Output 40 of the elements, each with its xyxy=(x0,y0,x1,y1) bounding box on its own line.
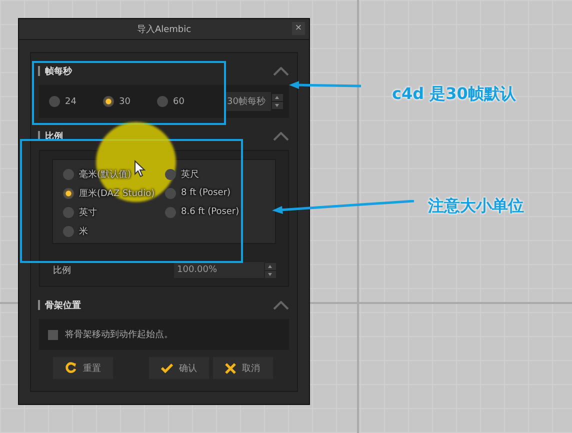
arrow xyxy=(289,81,361,91)
radio-label: 英尺 xyxy=(181,168,199,180)
radio-label: 8 ft (Poser) xyxy=(181,188,231,198)
cancel-button[interactable]: 取消 xyxy=(213,357,273,379)
spin-arrows-icon[interactable] xyxy=(272,94,283,109)
chevron-up-icon[interactable] xyxy=(273,132,289,140)
radio-label: 60 xyxy=(173,96,184,106)
radio-button[interactable] xyxy=(165,206,176,218)
confirm-button[interactable]: 确认 xyxy=(149,357,209,379)
close-icon xyxy=(225,362,236,374)
radio-button[interactable] xyxy=(103,96,114,107)
radio-label: 24 xyxy=(65,96,76,106)
chevron-up-icon[interactable] xyxy=(273,300,289,310)
ratio-label: 比例 xyxy=(53,264,71,276)
radio-button[interactable] xyxy=(49,96,60,107)
radio-label: 米 xyxy=(79,226,88,238)
checkbox[interactable] xyxy=(48,330,58,340)
close-button[interactable]: × xyxy=(292,22,305,35)
annotation-text: 注意大小单位 xyxy=(428,196,524,217)
reset-button[interactable]: 重置 xyxy=(53,357,113,379)
radio-label: 8.6 ft (Poser) xyxy=(181,207,240,217)
spin-arrows-icon[interactable] xyxy=(265,262,276,278)
radio-button[interactable] xyxy=(63,188,74,198)
radio-label: 英寸 xyxy=(79,206,97,218)
refresh-icon xyxy=(65,362,77,374)
annotation-text: c4d 是30帧默认 xyxy=(392,84,516,105)
radio-label: 30 xyxy=(119,96,130,106)
radio-button[interactable] xyxy=(165,188,176,198)
cursor-icon xyxy=(134,160,146,178)
radio-button[interactable] xyxy=(157,96,168,107)
checkbox-label: 将骨架移动到动作起始点。 xyxy=(65,328,173,341)
section-title: 帧每秒 xyxy=(45,65,73,78)
checkmark-icon xyxy=(161,362,173,374)
chevron-up-icon[interactable] xyxy=(273,66,289,76)
radio-button[interactable] xyxy=(63,206,74,218)
radio-label: 毫米(默认值) xyxy=(79,168,132,180)
radio-button[interactable] xyxy=(63,226,74,236)
radio-button[interactable] xyxy=(63,168,74,180)
dialog-title: 导入Alembic xyxy=(136,24,192,36)
section-title: 骨架位置 xyxy=(45,299,82,312)
